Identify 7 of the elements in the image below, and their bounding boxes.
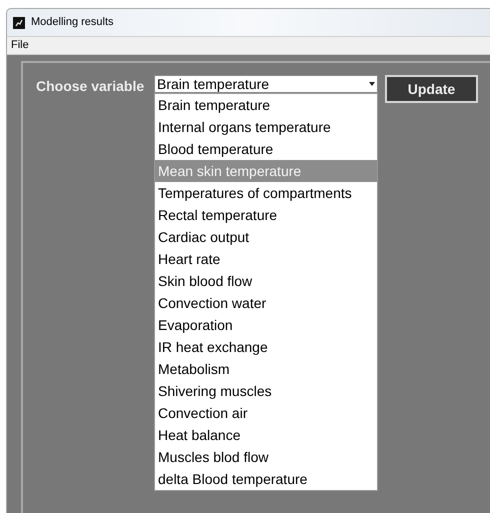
dropdown-arrow-icon: [369, 82, 375, 86]
app-icon: [13, 16, 25, 28]
menu-item[interactable]: File: [7, 37, 33, 54]
update-button[interactable]: Update: [385, 75, 478, 103]
window-title: Modelling results: [31, 15, 114, 30]
variable-dropdown[interactable]: Brain temperature: [154, 75, 378, 93]
choose-variable-label: Choose variable: [36, 77, 146, 96]
